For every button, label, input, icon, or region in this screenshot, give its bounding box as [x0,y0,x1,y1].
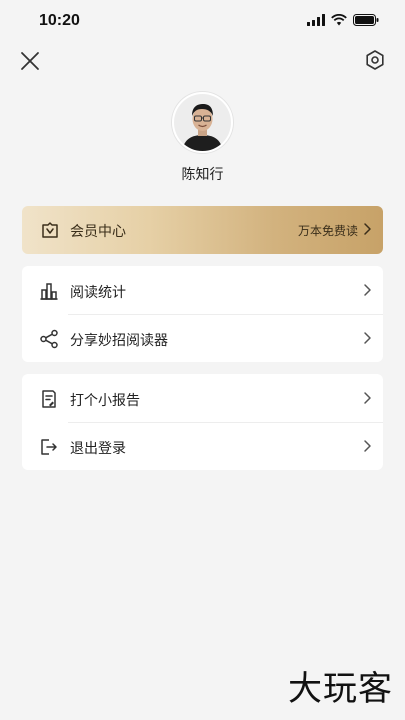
menu-item-label: 退出登录 [70,440,126,456]
bar-chart-icon [40,283,58,300]
username: 陈知行 [181,166,224,182]
menu-item-label: 分享妙招阅读器 [70,332,168,348]
chevron-right-icon [364,392,371,404]
chevron-right-icon [364,284,371,296]
status-time: 10:20 [39,12,80,29]
member-icon [42,222,58,238]
avatar-image [174,94,231,151]
wifi-icon [331,14,347,26]
menu-group-1: 阅读统计 分享妙招阅读器 [22,266,383,362]
menu-item-share-reader[interactable]: 分享妙招阅读器 [22,314,383,362]
status-bar: 10:20 [0,0,405,44]
member-center-label: 会员中心 [70,223,126,239]
menu-item-label: 打个小报告 [70,392,140,408]
menu-group-2: 打个小报告 退出登录 [22,374,383,470]
share-icon [40,329,58,349]
status-icons [307,14,379,26]
menu-item-report[interactable]: 打个小报告 [22,374,383,422]
avatar[interactable] [172,92,233,153]
member-center-banner[interactable]: 会员中心 万本免费读 [22,206,383,254]
report-icon [42,390,56,408]
close-icon[interactable] [18,49,42,73]
chevron-right-icon [364,440,371,452]
menu-item-reading-stats[interactable]: 阅读统计 [22,266,383,314]
battery-icon [353,14,379,26]
member-promo-text: 万本免费读 [297,224,358,238]
menu-item-logout[interactable]: 退出登录 [22,422,383,470]
signal-icon [307,14,325,26]
settings-icon[interactable] [363,48,387,72]
chevron-right-icon [364,223,371,235]
menu-item-label: 阅读统计 [70,284,126,300]
chevron-right-icon [364,332,371,344]
logout-icon [41,439,57,455]
top-bar [0,46,405,76]
watermark-logo: 大玩客 [288,669,393,709]
